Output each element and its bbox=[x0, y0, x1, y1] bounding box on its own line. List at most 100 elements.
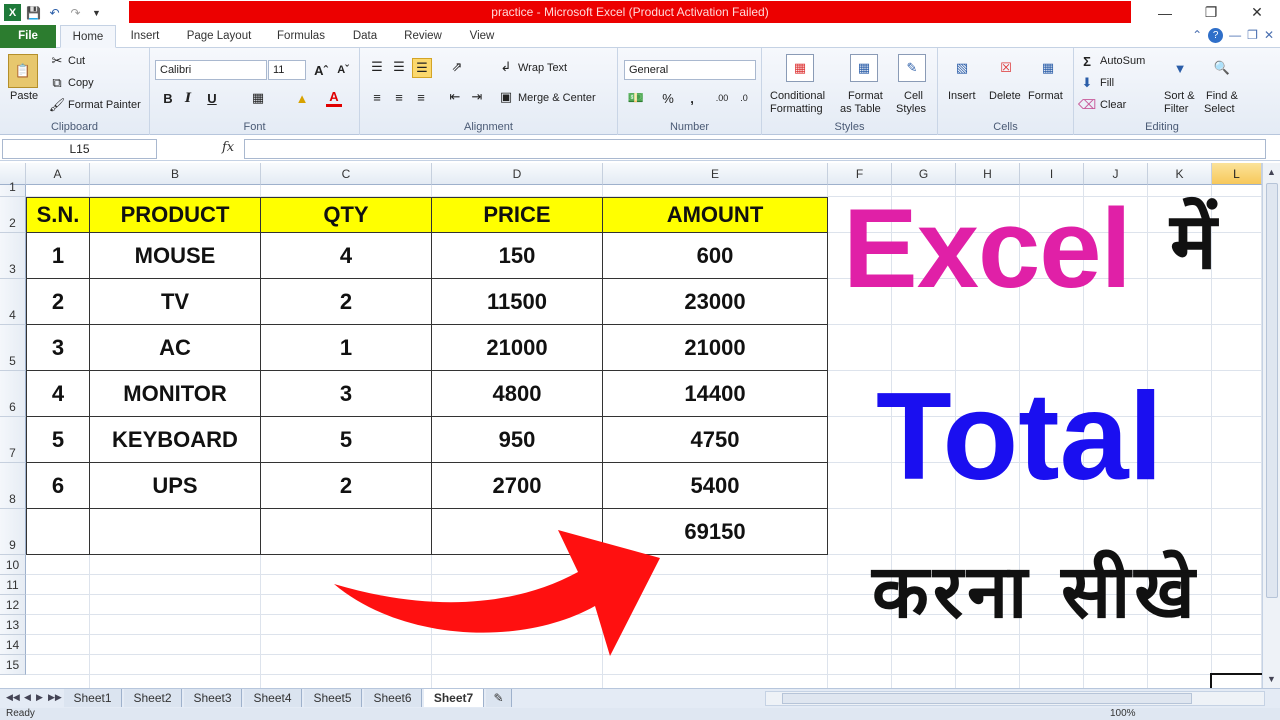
row-header-11[interactable]: 11 bbox=[0, 575, 26, 595]
data-cell[interactable]: TV bbox=[90, 279, 261, 325]
cell-styles-icon[interactable]: ✎ bbox=[898, 54, 926, 82]
excel-logo-icon[interactable]: X bbox=[4, 4, 21, 21]
insert-cells-button[interactable]: Insert bbox=[948, 90, 976, 102]
minimize-ribbon-icon[interactable]: ⌃ bbox=[1192, 28, 1202, 43]
format-cells-button[interactable]: Format bbox=[1028, 90, 1063, 102]
autosum-icon[interactable]: Σ bbox=[1080, 54, 1094, 69]
insert-sheet-icon[interactable]: ✎ bbox=[486, 689, 512, 707]
merge-center-icon[interactable]: ▣ bbox=[498, 88, 514, 106]
row-header-5[interactable]: 5 bbox=[0, 325, 26, 371]
format-as-table-icon[interactable]: ▦ bbox=[850, 54, 878, 82]
italic-icon[interactable]: I bbox=[180, 89, 196, 107]
prev-sheet-icon[interactable]: ◀ bbox=[24, 692, 31, 703]
row-header-10[interactable]: 10 bbox=[0, 555, 26, 575]
format-painter-icon[interactable]: 🖌 bbox=[49, 97, 66, 112]
data-cell[interactable]: 1 bbox=[261, 325, 432, 371]
customize-qat-icon[interactable]: ▼ bbox=[88, 4, 105, 21]
data-cell[interactable]: 14400 bbox=[603, 371, 828, 417]
tab-insert[interactable]: Insert bbox=[122, 25, 168, 48]
data-cell[interactable]: 11500 bbox=[432, 279, 603, 325]
number-format-select[interactable]: General bbox=[624, 60, 756, 80]
help-icon[interactable]: ? bbox=[1208, 28, 1224, 43]
data-cell[interactable]: 3 bbox=[26, 325, 90, 371]
data-cell[interactable]: 4 bbox=[26, 371, 90, 417]
clear-icon[interactable]: ⌫ bbox=[1078, 97, 1096, 112]
copy-button[interactable]: Copy bbox=[68, 77, 94, 89]
data-cell[interactable]: 600 bbox=[603, 233, 828, 279]
align-left-icon[interactable]: ≡ bbox=[368, 88, 386, 106]
row-header-9[interactable]: 9 bbox=[0, 509, 26, 555]
data-cell[interactable]: 2 bbox=[261, 463, 432, 509]
orientation-icon[interactable]: ⇗ bbox=[446, 58, 468, 76]
vertical-scrollbar[interactable]: ▲ ▼ bbox=[1262, 163, 1280, 688]
row-header-6[interactable]: 6 bbox=[0, 371, 26, 417]
header-cell[interactable]: PRICE bbox=[432, 197, 603, 233]
font-color-icon[interactable]: A bbox=[326, 89, 342, 107]
delete-cells-icon[interactable]: ☒ bbox=[992, 54, 1020, 82]
wrap-text-icon[interactable]: ↲ bbox=[498, 58, 514, 76]
find-select-icon[interactable]: 🔍 bbox=[1208, 54, 1236, 82]
font-family-select[interactable]: Calibri bbox=[155, 60, 267, 80]
vertical-scroll-thumb[interactable] bbox=[1266, 183, 1278, 598]
header-cell[interactable]: PRODUCT bbox=[90, 197, 261, 233]
tab-review[interactable]: Review bbox=[398, 25, 448, 48]
percent-icon[interactable]: % bbox=[660, 89, 676, 107]
insert-function-icon[interactable]: fx bbox=[222, 140, 234, 155]
row-header-1[interactable]: 1 bbox=[0, 180, 26, 197]
data-cell[interactable]: 4800 bbox=[432, 371, 603, 417]
cut-icon[interactable]: ✂ bbox=[50, 53, 64, 68]
middle-align-icon[interactable]: ☰ bbox=[390, 58, 408, 76]
tab-home[interactable]: Home bbox=[60, 25, 116, 48]
data-cell[interactable]: 2700 bbox=[432, 463, 603, 509]
find-select-label-2[interactable]: Select bbox=[1204, 103, 1235, 115]
row-header-3[interactable]: 3 bbox=[0, 233, 26, 279]
column-header-l[interactable]: L bbox=[1212, 163, 1262, 185]
data-cell[interactable]: 23000 bbox=[603, 279, 828, 325]
shrink-font-icon[interactable]: Aˇ bbox=[334, 61, 352, 79]
paste-icon[interactable]: 📋 bbox=[8, 54, 38, 88]
tab-formulas[interactable]: Formulas bbox=[270, 25, 332, 48]
grow-font-icon[interactable]: Aˆ bbox=[312, 61, 330, 79]
top-align-icon[interactable]: ☰ bbox=[368, 58, 386, 76]
worksheet-grid[interactable]: ABCDEFGHIJKL 1 2 3 4 5 6 7 8 9 10 11 12 13 14 15 S.N. P… bbox=[0, 163, 1262, 688]
align-center-icon[interactable]: ≡ bbox=[390, 88, 408, 106]
fill-button[interactable]: Fill bbox=[1100, 77, 1114, 89]
header-cell[interactable]: QTY bbox=[261, 197, 432, 233]
sheet-tab-sheet3[interactable]: Sheet3 bbox=[184, 689, 242, 707]
data-cell[interactable]: KEYBOARD bbox=[90, 417, 261, 463]
tab-view[interactable]: View bbox=[460, 25, 504, 48]
bold-icon[interactable]: B bbox=[160, 89, 176, 107]
wrap-text-button[interactable]: Wrap Text bbox=[518, 62, 567, 74]
zoom-level[interactable]: 100% bbox=[1110, 708, 1136, 719]
name-box[interactable]: L15 bbox=[2, 139, 157, 159]
next-sheet-icon[interactable]: ▶ bbox=[36, 692, 43, 703]
data-cell[interactable]: 5400 bbox=[603, 463, 828, 509]
last-sheet-icon[interactable]: ▶▶ bbox=[48, 692, 62, 703]
data-cell[interactable]: 950 bbox=[432, 417, 603, 463]
data-cell[interactable]: 5 bbox=[261, 417, 432, 463]
column-header-i[interactable]: I bbox=[1020, 163, 1084, 185]
cell-styles-label-2[interactable]: Styles bbox=[896, 103, 926, 115]
tab-file[interactable]: File bbox=[0, 25, 56, 48]
sheet-tab-sheet6[interactable]: Sheet6 bbox=[364, 689, 422, 707]
row-header-8[interactable]: 8 bbox=[0, 463, 26, 509]
workbook-minimize-icon[interactable]: — bbox=[1229, 28, 1241, 43]
conditional-formatting-label-2[interactable]: Formatting bbox=[770, 103, 823, 115]
data-cell[interactable]: 4 bbox=[261, 233, 432, 279]
fill-icon[interactable]: ⬇ bbox=[1080, 75, 1094, 90]
format-painter-button[interactable]: Format Painter bbox=[68, 99, 141, 111]
paste-button[interactable]: Paste bbox=[10, 90, 38, 102]
empty-cell[interactable] bbox=[90, 509, 261, 555]
row-header-14[interactable]: 14 bbox=[0, 635, 26, 655]
underline-icon[interactable]: U bbox=[204, 89, 220, 107]
font-size-select[interactable]: 11 bbox=[268, 60, 306, 80]
sort-filter-label-2[interactable]: Filter bbox=[1164, 103, 1188, 115]
data-cell[interactable]: 1 bbox=[26, 233, 90, 279]
column-header-j[interactable]: J bbox=[1084, 163, 1148, 185]
data-cell[interactable]: MOUSE bbox=[90, 233, 261, 279]
first-sheet-icon[interactable]: ◀◀ bbox=[6, 692, 20, 703]
column-header-a[interactable]: A bbox=[26, 163, 90, 185]
copy-icon[interactable]: ⧉ bbox=[50, 75, 64, 90]
column-header-e[interactable]: E bbox=[603, 163, 828, 185]
insert-cells-icon[interactable]: ▧ bbox=[948, 54, 976, 82]
